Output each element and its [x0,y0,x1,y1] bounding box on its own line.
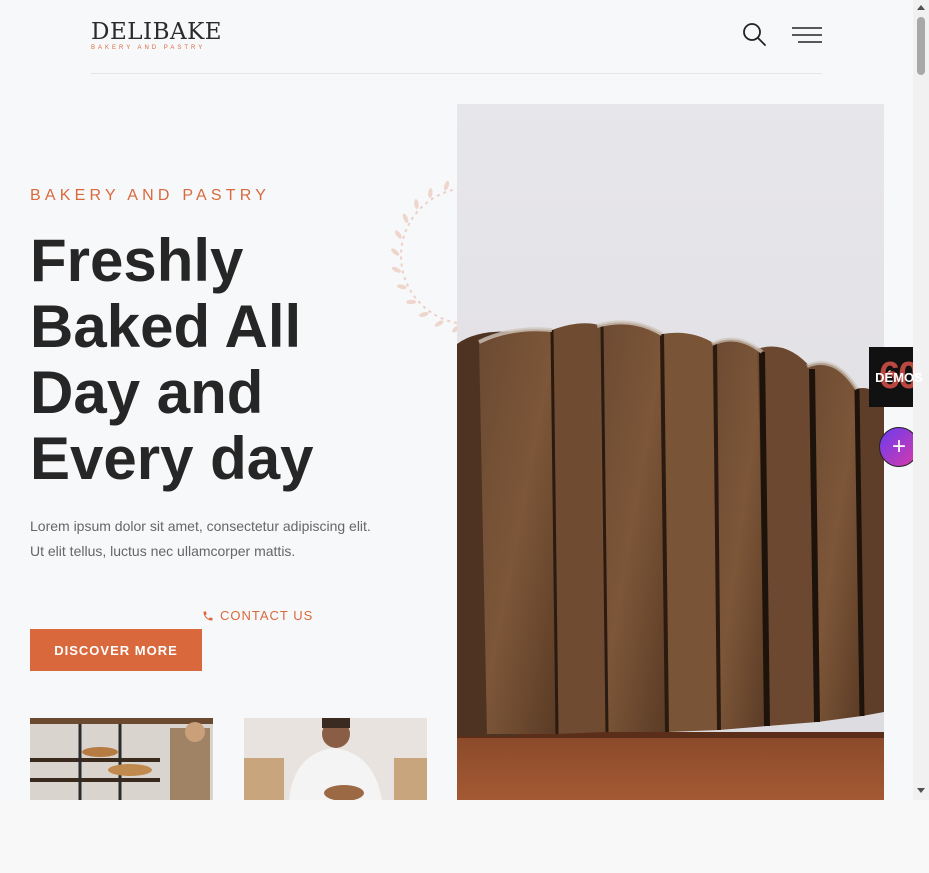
hero-description-line: Lorem ipsum dolor sit amet, consectetur … [30,518,371,534]
discover-more-button[interactable]: DISCOVER MORE [30,629,202,671]
wreath-leaf [394,230,402,239]
hero-title: Freshly Baked All Day and Every day [30,228,390,492]
phone-icon [203,611,213,620]
header-divider [91,73,822,74]
hero-title-line: Every day [30,425,314,492]
scrollbar-thumb[interactable] [917,17,925,75]
hamburger-menu-icon[interactable] [790,25,824,45]
wreath-leaf [443,180,450,191]
vertical-scrollbar[interactable] [913,0,929,800]
hero-title-line: Baked All [30,293,302,360]
chef-photo [244,718,427,800]
wreath-leaf [391,248,400,256]
hero-title-line: Day and [30,359,264,426]
hero-title-line: Freshly [30,227,244,294]
wreath-leaf [396,284,407,290]
wreath-leaf [434,320,444,327]
hero-eyebrow: BAKERY AND PASTRY [30,187,271,204]
search-icon[interactable] [742,22,766,46]
wreath-leaf [418,311,429,317]
hero-description: Lorem ipsum dolor sit amet, consectetur … [30,514,410,564]
scroll-up-arrow-icon[interactable] [917,5,925,10]
wreath-leaf [414,199,419,210]
logo-tagline: BAKERY AND PASTRY [91,45,206,51]
wreath-leaf [391,266,402,273]
site-logo[interactable]: DELIBAKE BAKERY AND PASTRY [91,20,222,51]
wreath-leaf [402,213,409,223]
wreath-leaf [428,188,433,199]
logo-wordmark: DELIBAKE [91,19,223,45]
contact-us-label: CONTACT US [220,608,314,623]
bread-hero-image [457,104,884,800]
wreath-leaf [406,299,417,305]
bakery-shelf-photo [30,718,213,800]
page-bottom-area [0,800,929,873]
hero-description-line: Ut elit tellus, luctus nec ullamcorper m… [30,543,296,559]
demos-label: DÉMOS [875,369,923,385]
scroll-down-arrow-icon[interactable] [917,788,925,793]
contact-us-link[interactable]: CONTACT US [202,608,313,623]
page-viewport: DELIBAKE BAKERY AND PASTRY BAKERY AND PA… [0,0,913,800]
